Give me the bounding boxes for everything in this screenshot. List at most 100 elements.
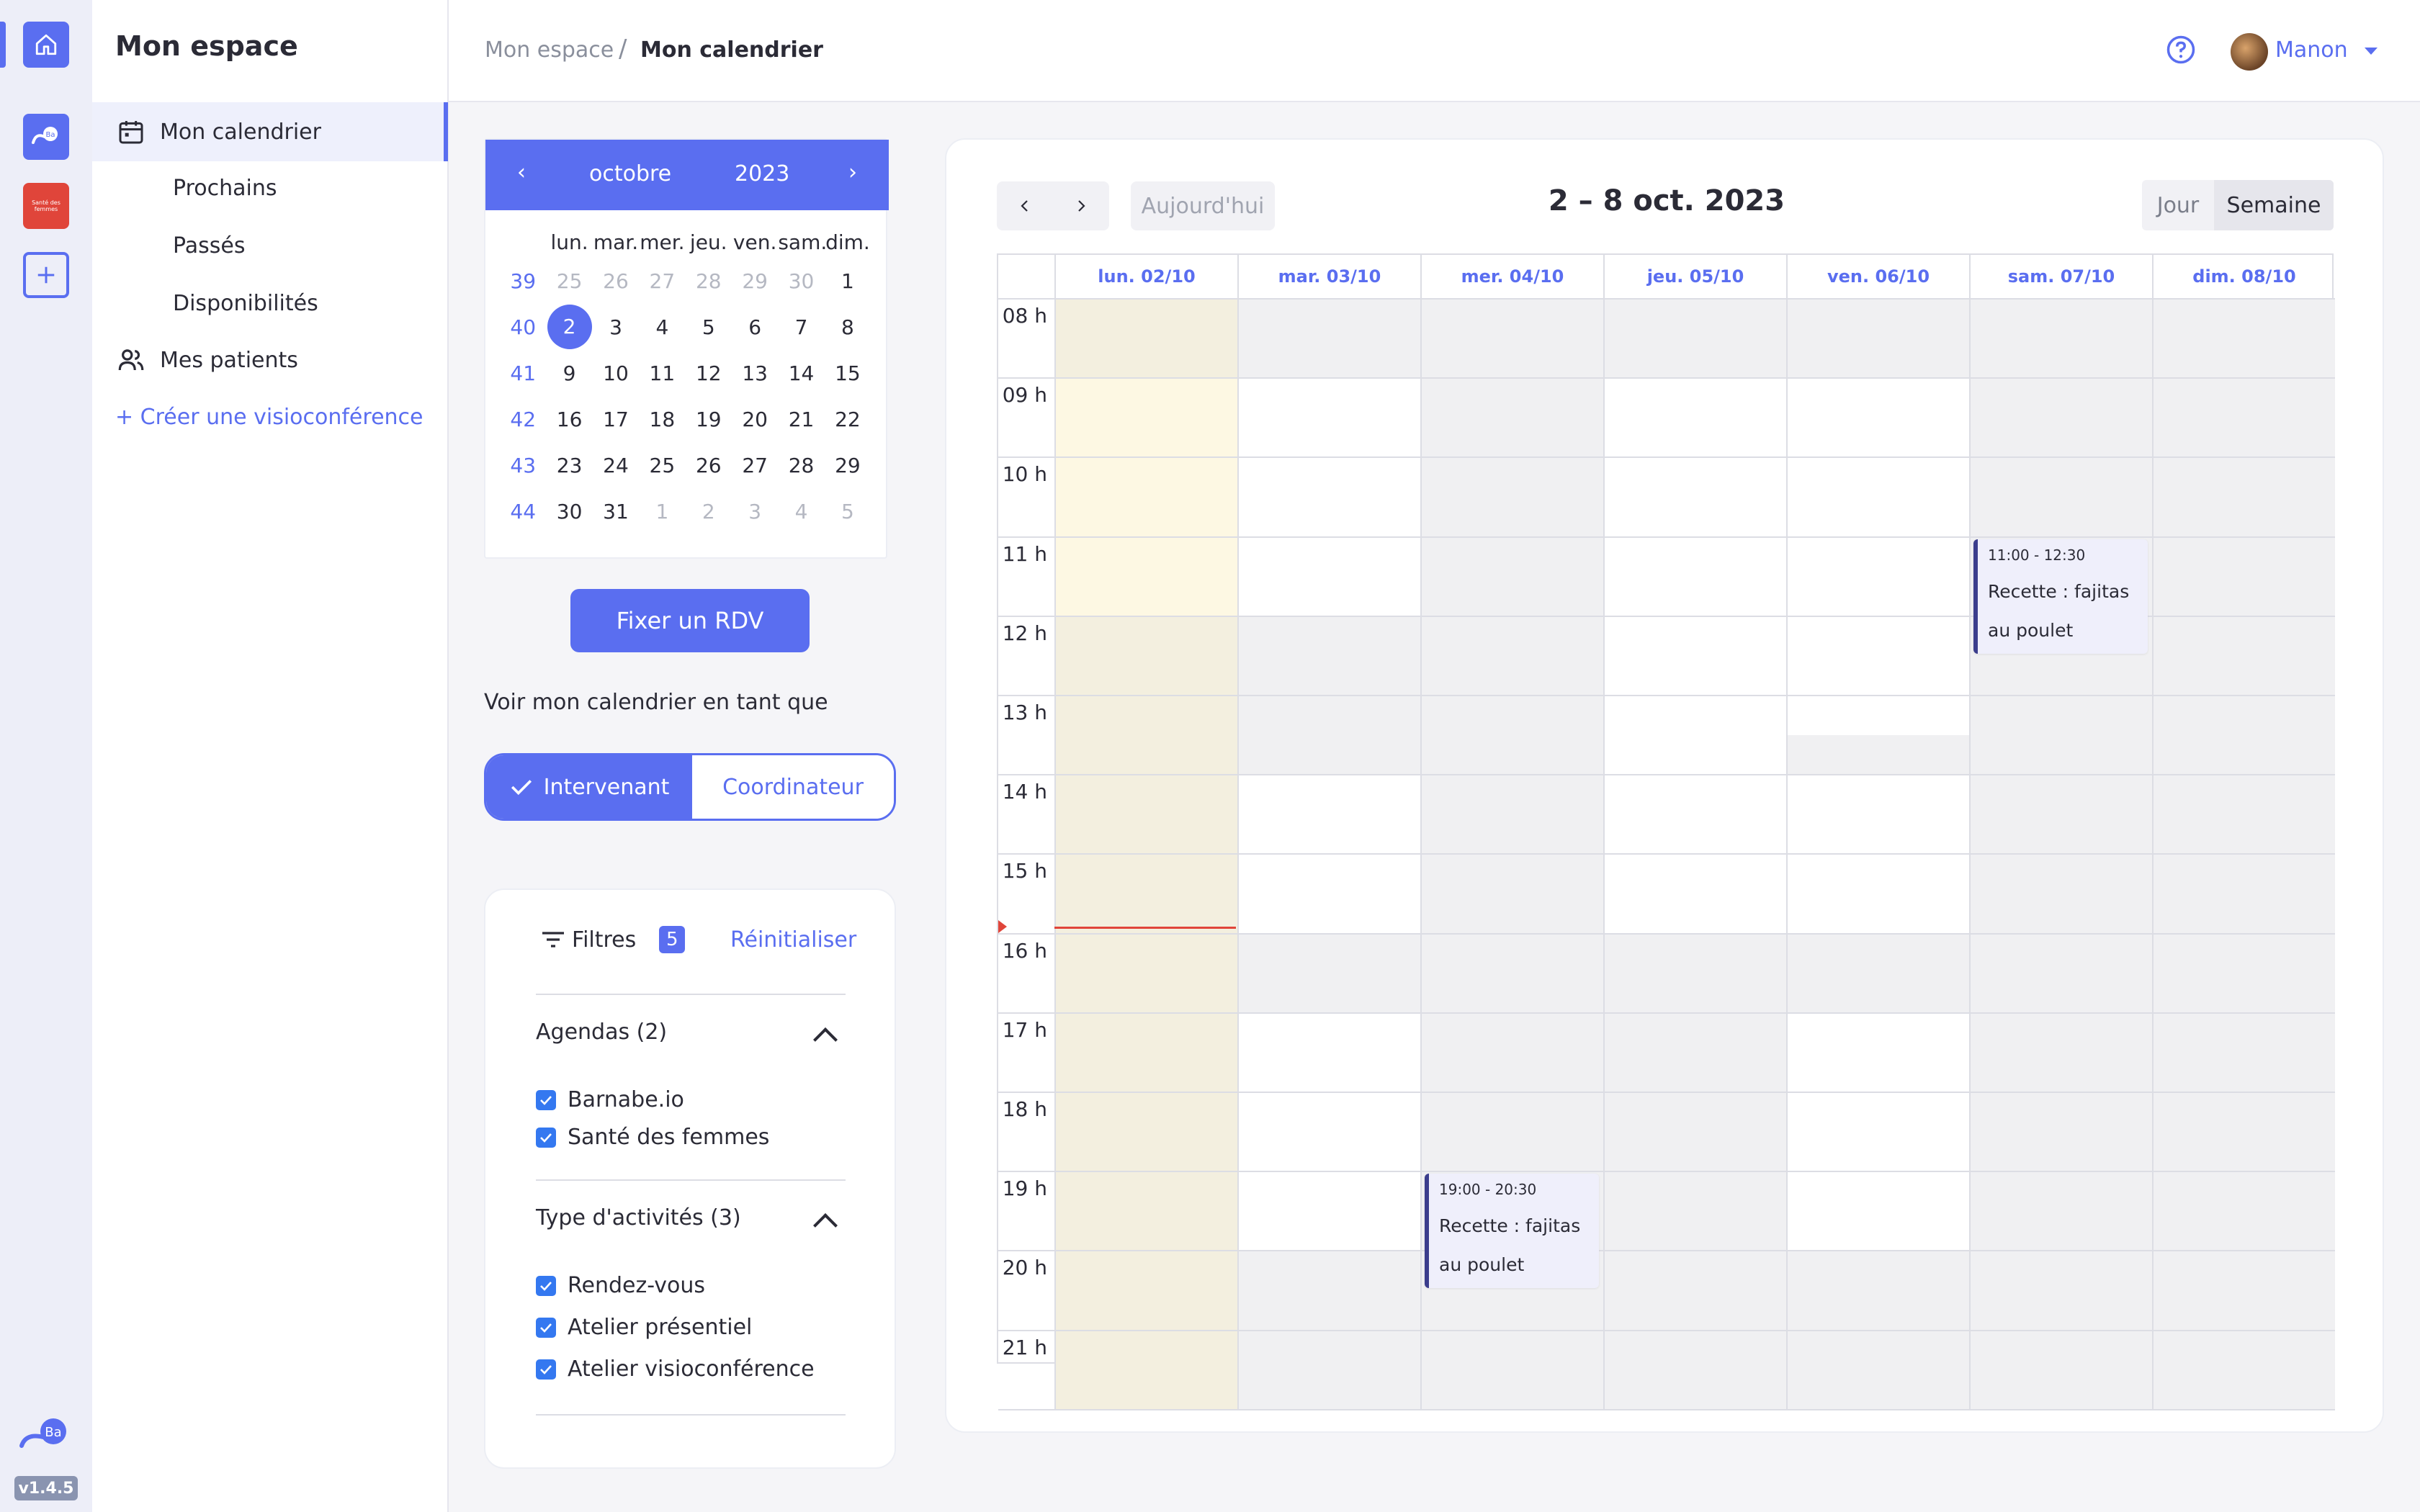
nav-subitem-passes[interactable]: Passés xyxy=(173,233,245,258)
time-slot[interactable] xyxy=(1786,1172,1969,1252)
time-slot[interactable] xyxy=(1786,616,1969,696)
mini-calendar-day[interactable]: 5 xyxy=(825,500,871,523)
mini-calendar-day[interactable]: 12 xyxy=(686,361,732,385)
time-slot[interactable] xyxy=(1603,1251,1786,1331)
mini-calendar-day[interactable]: 29 xyxy=(732,269,778,293)
time-slot[interactable] xyxy=(1420,537,1603,617)
filter-option-barnabe[interactable]: Barnabe.io xyxy=(536,1087,684,1112)
mini-calendar-day[interactable]: 27 xyxy=(639,269,685,293)
mini-calendar-day[interactable]: 7 xyxy=(778,315,824,339)
week-number[interactable]: 41 xyxy=(500,361,546,385)
day-header[interactable]: mar. 03/10 xyxy=(1237,255,1420,300)
time-slot[interactable] xyxy=(1237,1331,1420,1410)
time-slot[interactable] xyxy=(2152,616,2335,696)
time-slot[interactable] xyxy=(1786,379,1969,459)
time-slot[interactable] xyxy=(1237,458,1420,538)
calendar-event[interactable]: 11:00 - 12:30 Recette : fajitas au poulet xyxy=(1973,539,2148,654)
week-number[interactable]: 42 xyxy=(500,408,546,431)
time-slot[interactable] xyxy=(2152,537,2335,617)
time-slot[interactable] xyxy=(1237,616,1420,696)
fixer-rdv-button[interactable]: Fixer un RDV xyxy=(570,589,810,652)
role-intervenant-button[interactable]: Intervenant xyxy=(486,755,692,819)
mini-calendar-day[interactable]: 25 xyxy=(639,454,685,477)
time-slot[interactable] xyxy=(1786,775,1969,855)
filter-option-rendez-vous[interactable]: Rendez-vous xyxy=(536,1273,705,1298)
time-slot[interactable] xyxy=(1237,1172,1420,1252)
time-slot[interactable] xyxy=(2152,1251,2335,1331)
create-visio-link[interactable]: + Créer une visioconférence xyxy=(115,405,424,430)
mini-calendar-day[interactable]: 28 xyxy=(778,454,824,477)
time-slot[interactable] xyxy=(1237,1251,1420,1331)
time-slot[interactable] xyxy=(1969,300,2152,379)
mini-calendar-day[interactable]: 24 xyxy=(593,454,639,477)
time-slot[interactable] xyxy=(1054,1172,1237,1252)
avatar[interactable] xyxy=(2231,33,2268,71)
mini-calendar-day[interactable]: 4 xyxy=(778,500,824,523)
time-slot[interactable] xyxy=(1786,934,1969,1014)
time-slot[interactable] xyxy=(1786,855,1969,935)
week-number[interactable]: 40 xyxy=(500,315,546,339)
time-slot[interactable] xyxy=(1603,1172,1786,1252)
time-slot[interactable] xyxy=(1420,775,1603,855)
mini-calendar-day[interactable]: 3 xyxy=(593,315,639,339)
filters-reset-button[interactable]: Réinitialiser xyxy=(730,927,856,953)
time-slot[interactable] xyxy=(1054,934,1237,1014)
chevron-up-icon[interactable] xyxy=(813,1027,838,1052)
time-slot[interactable] xyxy=(1603,1013,1786,1093)
time-slot[interactable] xyxy=(1603,300,1786,379)
time-slot[interactable] xyxy=(1969,1013,2152,1093)
checkbox-checked-icon[interactable] xyxy=(536,1359,556,1380)
mini-calendar-day[interactable]: 18 xyxy=(639,408,685,431)
time-slot[interactable] xyxy=(1786,1331,1969,1410)
time-slot[interactable] xyxy=(2152,1013,2335,1093)
time-slot[interactable] xyxy=(1786,1251,1969,1331)
mini-calendar-day[interactable]: 3 xyxy=(732,500,778,523)
time-slot[interactable] xyxy=(1420,458,1603,538)
time-slot[interactable] xyxy=(1786,1013,1969,1093)
checkbox-checked-icon[interactable] xyxy=(536,1317,556,1338)
time-slot[interactable] xyxy=(1237,300,1420,379)
calendar-event[interactable]: 19:00 - 20:30 Recette : fajitas au poulet xyxy=(1425,1174,1599,1289)
breadcrumb-parent[interactable]: Mon espace xyxy=(485,37,614,63)
time-slot[interactable] xyxy=(1054,1093,1237,1173)
time-slot[interactable] xyxy=(1237,855,1420,935)
mini-calendar-day[interactable]: 26 xyxy=(593,269,639,293)
time-slot[interactable] xyxy=(2152,458,2335,538)
view-day-button[interactable]: Jour xyxy=(2142,180,2214,230)
time-slot[interactable] xyxy=(1420,1093,1603,1173)
week-number[interactable]: 39 xyxy=(500,269,546,293)
time-slot[interactable] xyxy=(1054,696,1237,776)
mini-calendar-next-button[interactable]: › xyxy=(838,160,867,185)
time-slot[interactable] xyxy=(1420,300,1603,379)
time-slot[interactable] xyxy=(1054,458,1237,538)
agendas-section-header[interactable]: Agendas (2) xyxy=(536,1020,667,1045)
activities-section-header[interactable]: Type d'activités (3) xyxy=(536,1205,741,1230)
time-slot[interactable] xyxy=(1969,379,2152,459)
nav-item-mes-patients[interactable]: Mes patients xyxy=(115,344,298,376)
day-header[interactable]: mer. 04/10 xyxy=(1420,255,1603,300)
week-number[interactable]: 44 xyxy=(500,500,546,523)
time-slot[interactable] xyxy=(1054,379,1237,459)
mini-calendar-day[interactable]: 27 xyxy=(732,454,778,477)
day-header[interactable]: dim. 08/10 xyxy=(2152,255,2335,300)
sante-des-femmes-app-button[interactable]: Santé des femmes xyxy=(23,183,69,229)
mini-calendar-day[interactable]: 2 xyxy=(686,500,732,523)
time-slot[interactable] xyxy=(1237,379,1420,459)
today-button[interactable]: Aujourd'hui xyxy=(1131,181,1275,230)
time-slot[interactable] xyxy=(2152,300,2335,379)
barnabe-app-button[interactable]: Ba xyxy=(23,114,69,160)
time-slot[interactable] xyxy=(1054,855,1237,935)
time-slot[interactable] xyxy=(1969,696,2152,776)
time-slot[interactable] xyxy=(1237,934,1420,1014)
user-name[interactable]: Manon xyxy=(2275,37,2348,63)
checkbox-checked-icon[interactable] xyxy=(536,1275,556,1296)
time-slot[interactable] xyxy=(2152,1331,2335,1410)
mini-calendar-day[interactable]: 1 xyxy=(639,500,685,523)
week-next-button[interactable] xyxy=(1053,181,1109,230)
time-slot[interactable] xyxy=(1603,775,1786,855)
week-prev-button[interactable] xyxy=(997,181,1053,230)
time-slot[interactable] xyxy=(1054,1013,1237,1093)
time-slot[interactable] xyxy=(1237,1093,1420,1173)
time-slot[interactable] xyxy=(1420,1013,1603,1093)
time-slot[interactable] xyxy=(1603,855,1786,935)
